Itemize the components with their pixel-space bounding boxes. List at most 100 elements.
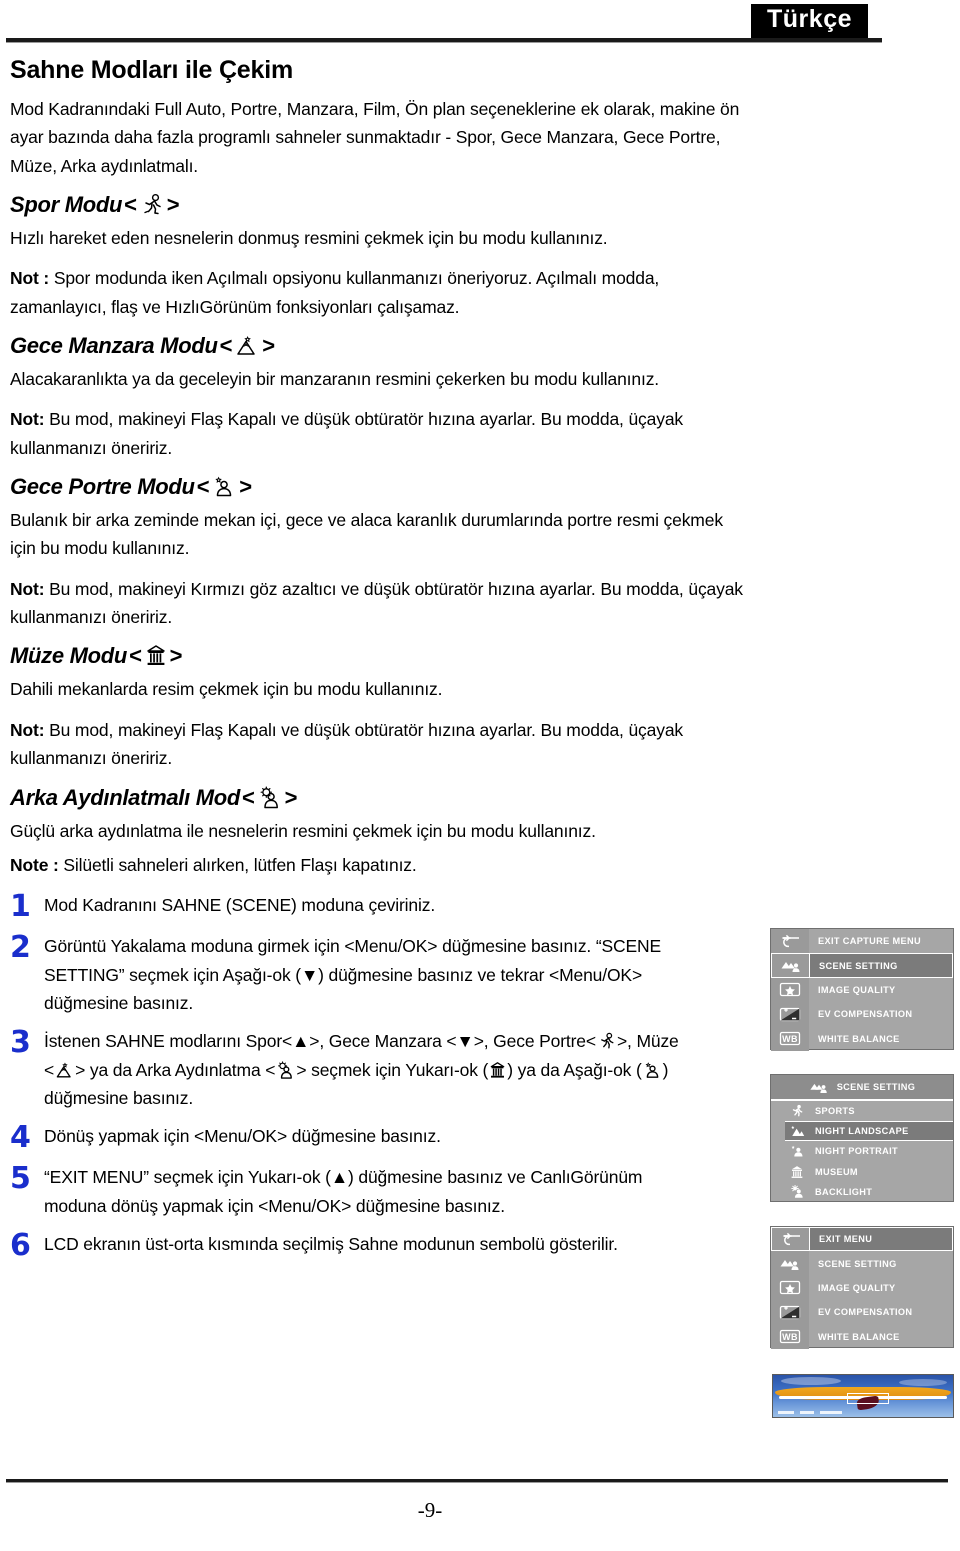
backlight-person-icon bbox=[787, 1184, 807, 1199]
step-text: “EXIT MENU” seçmek için Yukarı-ok (▲) dü… bbox=[44, 1163, 684, 1220]
note-text: Spor modunda iken Açılmalı opsiyonu kull… bbox=[10, 268, 660, 317]
mode-note-museum: Not: Bu mod, makineyi Flaş Kapalı ve düş… bbox=[10, 716, 752, 773]
mode-title-text: Gece Manzara Modu bbox=[10, 333, 218, 359]
mode-heading-museum: Müze Modu < > bbox=[10, 643, 752, 669]
osd-indicator bbox=[820, 1411, 842, 1414]
step-text: Görüntü Yakalama moduna girmek için <Men… bbox=[44, 932, 684, 1017]
step-number: 6 bbox=[10, 1227, 31, 1263]
document-content: Sahne Modları ile Çekim Mod Kadranındaki… bbox=[10, 56, 752, 1271]
mode-description-museum: Dahili mekanlarda resim çekmek için bu m… bbox=[10, 679, 443, 700]
step3-t1: İstenen SAHNE modlarını Spor< bbox=[44, 1031, 293, 1052]
menu-item-label: EV COMPENSATION bbox=[818, 1307, 913, 1318]
note-label: Not: bbox=[10, 719, 50, 740]
person-star-icon bbox=[787, 1144, 807, 1158]
cloud-decoration bbox=[781, 1377, 841, 1385]
back-arrow-icon bbox=[771, 929, 809, 954]
menu-item-label: SCENE SETTING bbox=[809, 953, 953, 978]
scene-item-museum[interactable]: MUSEUM bbox=[771, 1162, 953, 1182]
mode-note-backlight: Note : Silüetli sahneleri alırken, lütfe… bbox=[10, 851, 752, 879]
lcd-scene-setting-submenu[interactable]: SCENE SETTING SPORTS NIGHT LANDSCAPE NIG… bbox=[770, 1074, 954, 1202]
page-title: Sahne Modları ile Çekim bbox=[10, 56, 293, 84]
note-text: Bu mod, makineyi Flaş Kapalı ve düşük ob… bbox=[10, 409, 684, 458]
menu-item-exit-menu[interactable]: EXIT MENU bbox=[771, 1227, 953, 1252]
menu-item-label: EV COMPENSATION bbox=[818, 1009, 913, 1020]
mode-note-night-landscape: Not: Bu mod, makineyi Flaş Kapalı ve düş… bbox=[10, 405, 752, 462]
mode-note-sports: Not : Spor modunda iken Açılmalı opsiyon… bbox=[10, 264, 752, 321]
bracket-open: < bbox=[129, 643, 142, 669]
menu-item-image-quality[interactable]: IMAGE QUALITY bbox=[771, 977, 953, 1003]
note-label: Not : bbox=[10, 268, 54, 289]
scene-item-backlight[interactable]: BACKLIGHT bbox=[771, 1182, 953, 1202]
menu-item-label: WHITE BALANCE bbox=[818, 1033, 900, 1044]
step-number: 1 bbox=[10, 889, 31, 925]
scene-item-label: NIGHT PORTRAIT bbox=[815, 1146, 898, 1157]
step-text: İstenen SAHNE modlarını Spor<▲>, Gece Ma… bbox=[44, 1027, 684, 1112]
step-4: 4 Dönüş yapmak için <Menu/OK> düğmesine … bbox=[10, 1122, 752, 1153]
osd-indicator bbox=[800, 1411, 814, 1414]
backlight-person-icon bbox=[258, 786, 282, 810]
scene-setting-icon bbox=[809, 1081, 829, 1094]
menu-item-label: EXIT MENU bbox=[809, 1227, 953, 1252]
step-text-part1: “EXIT MENU” seçmek için Yukarı-ok ( bbox=[44, 1167, 331, 1188]
scene-item-sports[interactable]: SPORTS bbox=[771, 1101, 953, 1121]
menu-item-label: IMAGE QUALITY bbox=[818, 1282, 896, 1293]
menu-item-image-quality[interactable]: IMAGE QUALITY bbox=[771, 1275, 953, 1301]
bracket-open: < bbox=[124, 192, 137, 218]
star-box-icon bbox=[771, 1275, 809, 1301]
footer-divider bbox=[6, 1479, 948, 1483]
menu-item-ev-compensation[interactable]: EV COMPENSATION bbox=[771, 1002, 953, 1027]
step-2: 2 Görüntü Yakalama moduna girmek için <M… bbox=[10, 932, 752, 1017]
step-text: Dönüş yapmak için <Menu/OK> düğmesine ba… bbox=[44, 1126, 441, 1147]
mode-note-night-portrait: Not: Bu mod, makineyi Kırmızı göz azaltı… bbox=[10, 575, 752, 632]
svg-text:WB: WB bbox=[782, 1332, 798, 1342]
wb-icon: WB bbox=[771, 1026, 809, 1051]
note-text: Silüetli sahneleri alırken, lütfen Flaşı… bbox=[63, 854, 417, 875]
person-star-icon bbox=[212, 475, 236, 499]
submenu-header-label: SCENE SETTING bbox=[836, 1082, 916, 1092]
lcd-capture-menu[interactable]: EXIT CAPTURE MENU SCENE SETTING IMAGE QU… bbox=[770, 928, 954, 1051]
step-6: 6 LCD ekranın üst-orta kısmında seçilmiş… bbox=[10, 1230, 752, 1261]
mode-heading-sports: Spor Modu < > bbox=[10, 192, 752, 218]
lcd-exit-menu[interactable]: EXIT MENU SCENE SETTING IMAGE QUALITY EV… bbox=[770, 1226, 954, 1349]
bracket-open: < bbox=[219, 333, 233, 359]
header-divider bbox=[6, 38, 882, 43]
mode-title-text: Müze Modu bbox=[10, 643, 128, 669]
note-label: Not: bbox=[10, 578, 50, 599]
menu-item-scene-setting[interactable]: SCENE SETTING bbox=[771, 1251, 953, 1276]
mode-heading-night-portrait: Gece Portre Modu < > bbox=[10, 474, 752, 500]
note-text: Bu mod, makineyi Flaş Kapalı ve düşük ob… bbox=[10, 719, 684, 769]
mountain-star-icon bbox=[787, 1124, 807, 1138]
bracket-open: < bbox=[242, 784, 255, 810]
menu-item-white-balance[interactable]: WB WHITE BALANCE bbox=[771, 1324, 953, 1349]
bracket-close: > bbox=[169, 643, 183, 669]
bracket-close: > bbox=[239, 474, 252, 500]
menu-item-white-balance[interactable]: WB WHITE BALANCE bbox=[771, 1026, 953, 1051]
intro-paragraph: Mod Kadranındaki Full Auto, Portre, Manz… bbox=[10, 99, 740, 176]
mode-description-night-portrait: Bulanık bir arka zeminde mekan içi, gece… bbox=[10, 510, 723, 559]
scene-setting-icon bbox=[771, 953, 809, 978]
mode-title-text: Gece Portre Modu bbox=[10, 474, 195, 500]
menu-item-label: SCENE SETTING bbox=[818, 1258, 897, 1269]
note-label: Not: bbox=[10, 409, 50, 430]
note-text: Bu mod, makineyi Kırmızı göz azaltıcı ve… bbox=[10, 578, 743, 628]
note-label: Note : bbox=[10, 854, 64, 875]
scene-item-label: SPORTS bbox=[815, 1106, 855, 1117]
scene-item-night-portrait[interactable]: NIGHT PORTRAIT bbox=[771, 1141, 953, 1161]
bracket-close: > bbox=[284, 784, 298, 810]
step3-t3: >, Gece Portre< bbox=[473, 1031, 596, 1052]
page-number: -9- bbox=[417, 1498, 443, 1522]
menu-item-exit-capture-menu[interactable]: EXIT CAPTURE MENU bbox=[771, 929, 953, 954]
step3-t2: >, Gece Manzara < bbox=[309, 1031, 457, 1052]
menu-item-ev-compensation[interactable]: EV COMPENSATION bbox=[771, 1300, 953, 1325]
hang-glider-sample-photo bbox=[772, 1374, 954, 1418]
step3-t6: > seçmek için Yukarı-ok ( bbox=[296, 1059, 489, 1080]
mode-description-night-landscape: Alacakaranlıkta ya da geceleyin bir manz… bbox=[10, 369, 660, 390]
museum-building-icon bbox=[787, 1165, 807, 1179]
menu-item-scene-setting[interactable]: SCENE SETTING bbox=[771, 953, 953, 978]
down-arrow-icon: ▼ bbox=[456, 1031, 474, 1052]
menu-item-label: EXIT CAPTURE MENU bbox=[818, 936, 921, 947]
mode-heading-night-landscape: Gece Manzara Modu < > bbox=[10, 333, 752, 359]
svg-text:WB: WB bbox=[782, 1034, 798, 1044]
step-number: 2 bbox=[10, 930, 31, 966]
scene-item-night-landscape[interactable]: NIGHT LANDSCAPE bbox=[785, 1121, 953, 1142]
